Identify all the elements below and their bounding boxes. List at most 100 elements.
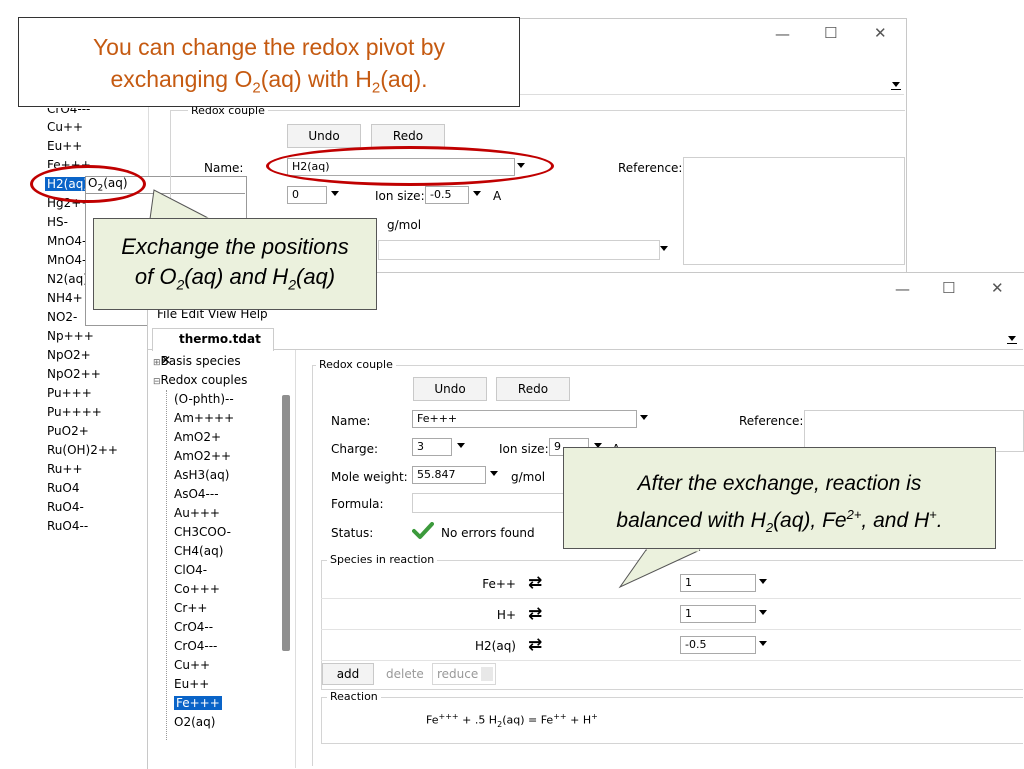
front-tab-dropdown-icon[interactable] (1008, 336, 1016, 341)
expand-icon[interactable]: ⊞ (153, 358, 161, 368)
back-ion-size-unit: A (493, 189, 502, 203)
species-list-item[interactable]: RuO4 (47, 479, 79, 498)
coefficient-combo[interactable]: -0.5 (680, 636, 756, 654)
tree-item-label: Au+++ (174, 506, 220, 520)
back-name-label: Name: (204, 161, 244, 175)
title-note: You can change the redox pivot by exchan… (18, 17, 520, 107)
status-label: Status: (331, 526, 374, 540)
collapse-icon[interactable]: ⊟ (153, 377, 161, 387)
front-redo-button[interactable]: Redo (496, 377, 570, 401)
species-list-item[interactable]: NO2- (47, 308, 77, 327)
back-formula-field[interactable] (378, 240, 660, 260)
tree-item[interactable]: Am++++ (174, 409, 234, 428)
coefficient-combo[interactable]: 1 (680, 605, 756, 623)
tree-item[interactable]: ClO4- (174, 561, 207, 580)
tree-item[interactable]: CrO4--- (174, 637, 217, 656)
tree-basis-species[interactable]: ⊞Basis species (153, 352, 241, 371)
delete-button[interactable]: delete (386, 667, 424, 681)
swap-icon[interactable]: ⇄ (528, 635, 542, 655)
coefficient-dropdown-icon[interactable] (759, 579, 767, 584)
mole-weight-label: Mole weight: (331, 470, 408, 484)
tree-item[interactable]: Au+++ (174, 504, 220, 523)
back-redo-button[interactable]: Redo (371, 124, 445, 148)
back-tab-dropdown-line (891, 89, 901, 90)
tree-item[interactable]: (O-phth)-- (174, 390, 234, 409)
back-charge-combo[interactable]: 0 (287, 186, 327, 204)
tree-item[interactable]: CH3COO- (174, 523, 231, 542)
callout-exchange-line1: Exchange the positions (121, 234, 349, 259)
callout-exchange-line2: of O2(aq) and H2(aq) (134, 264, 336, 293)
front-minimize-button[interactable]: — (895, 280, 910, 298)
tree-item[interactable]: Cr++ (174, 599, 207, 618)
tree-item[interactable]: Cu++ (174, 656, 210, 675)
species-list-item[interactable]: Cu++ (47, 118, 83, 137)
tree-item[interactable]: CrO4-- (174, 618, 213, 637)
tab-thermo-label: thermo.tdat (179, 332, 261, 346)
mole-weight-dropdown-icon[interactable] (490, 471, 498, 476)
add-button[interactable]: add (322, 663, 374, 685)
species-list-item[interactable]: Np+++ (47, 327, 94, 346)
reduce-button[interactable]: reduce (432, 663, 496, 685)
swap-icon[interactable]: ⇄ (528, 604, 542, 624)
species-list-item[interactable]: NH4+ (47, 289, 83, 308)
callout-balanced: After the exchange, reaction is balanced… (563, 447, 996, 549)
back-tab-dropdown-icon[interactable] (892, 82, 900, 87)
back-close-button[interactable]: ✕ (874, 24, 887, 42)
back-ion-size-dropdown-icon[interactable] (473, 191, 481, 196)
back-undo-button[interactable]: Undo (287, 124, 361, 148)
front-maximize-button[interactable]: ☐ (942, 279, 955, 297)
formula-field[interactable] (412, 493, 564, 513)
back-ion-size-combo[interactable]: -0.5 (425, 186, 469, 204)
title-note-line1: You can change the redox pivot by (92, 34, 446, 60)
species-list-item[interactable]: N2(aq) (47, 270, 88, 289)
title-note-line2: exchanging O2(aq) with H2(aq). (110, 66, 428, 97)
tree-item-label: AsH3(aq) (174, 468, 230, 482)
coefficient-dropdown-icon[interactable] (759, 610, 767, 615)
tree-item[interactable]: AmO2+ (174, 428, 221, 447)
back-minimize-button[interactable]: — (775, 25, 790, 43)
tree-item[interactable]: CH4(aq) (174, 542, 223, 561)
tree-item-label: AsO4--- (174, 487, 219, 501)
species-list-item[interactable]: RuO4- (47, 498, 84, 517)
tree-item[interactable]: O2(aq) (174, 713, 215, 732)
tree-scrollbar[interactable] (282, 395, 290, 651)
tab-thermo[interactable]: thermo.tdat ✕ (152, 328, 274, 367)
name-dropdown-icon[interactable] (640, 415, 648, 420)
species-list-item[interactable]: Eu++ (47, 137, 82, 156)
callout-balanced-line2: balanced with H2(aq), Fe2+, and H+. (616, 507, 943, 536)
mole-weight-combo[interactable]: 55.847 (412, 466, 486, 484)
back-reference-box[interactable] (683, 157, 905, 265)
tree-item[interactable]: AsO4--- (174, 485, 219, 504)
species-list-item[interactable]: Pu+++ (47, 384, 92, 403)
species-list-item[interactable]: Pu++++ (47, 403, 102, 422)
title-note-text: You can change the redox pivot by exchan… (19, 31, 519, 105)
back-charge-dropdown-icon[interactable] (331, 191, 339, 196)
tree-redox-couples[interactable]: ⊟Redox couples (153, 371, 247, 390)
species-list-item[interactable]: RuO4-- (47, 517, 88, 536)
species-list-item[interactable]: HS- (47, 213, 68, 232)
species-list-item[interactable]: MnO4- (47, 232, 86, 251)
front-close-button[interactable]: ✕ (991, 279, 1004, 297)
swap-icon[interactable]: ⇄ (528, 573, 542, 593)
name-combo[interactable]: Fe+++ (412, 410, 637, 428)
tree-item[interactable]: Fe+++ (174, 694, 222, 713)
reference-box[interactable] (804, 410, 1024, 452)
tree-item[interactable]: Co+++ (174, 580, 220, 599)
species-list-item[interactable]: Ru++ (47, 460, 83, 479)
reduce-dropdown-icon[interactable] (481, 667, 493, 681)
back-formula-dropdown-icon[interactable] (660, 246, 668, 251)
tree-item[interactable]: Eu++ (174, 675, 209, 694)
front-undo-button[interactable]: Undo (413, 377, 487, 401)
callout-balanced-line1: After the exchange, reaction is (637, 472, 922, 495)
species-list-item[interactable]: PuO2+ (47, 422, 89, 441)
back-maximize-button[interactable]: ☐ (824, 24, 837, 42)
species-list-item[interactable]: NpO2++ (47, 365, 101, 384)
charge-dropdown-icon[interactable] (457, 443, 465, 448)
tree-item-label: CrO4-- (174, 620, 214, 634)
charge-combo[interactable]: 3 (412, 438, 452, 456)
species-list-item[interactable]: NpO2+ (47, 346, 91, 365)
species-list-item[interactable]: Ru(OH)2++ (47, 441, 118, 460)
tree-item[interactable]: AmO2++ (174, 447, 231, 466)
coefficient-dropdown-icon[interactable] (759, 641, 767, 646)
tree-item[interactable]: AsH3(aq) (174, 466, 229, 485)
